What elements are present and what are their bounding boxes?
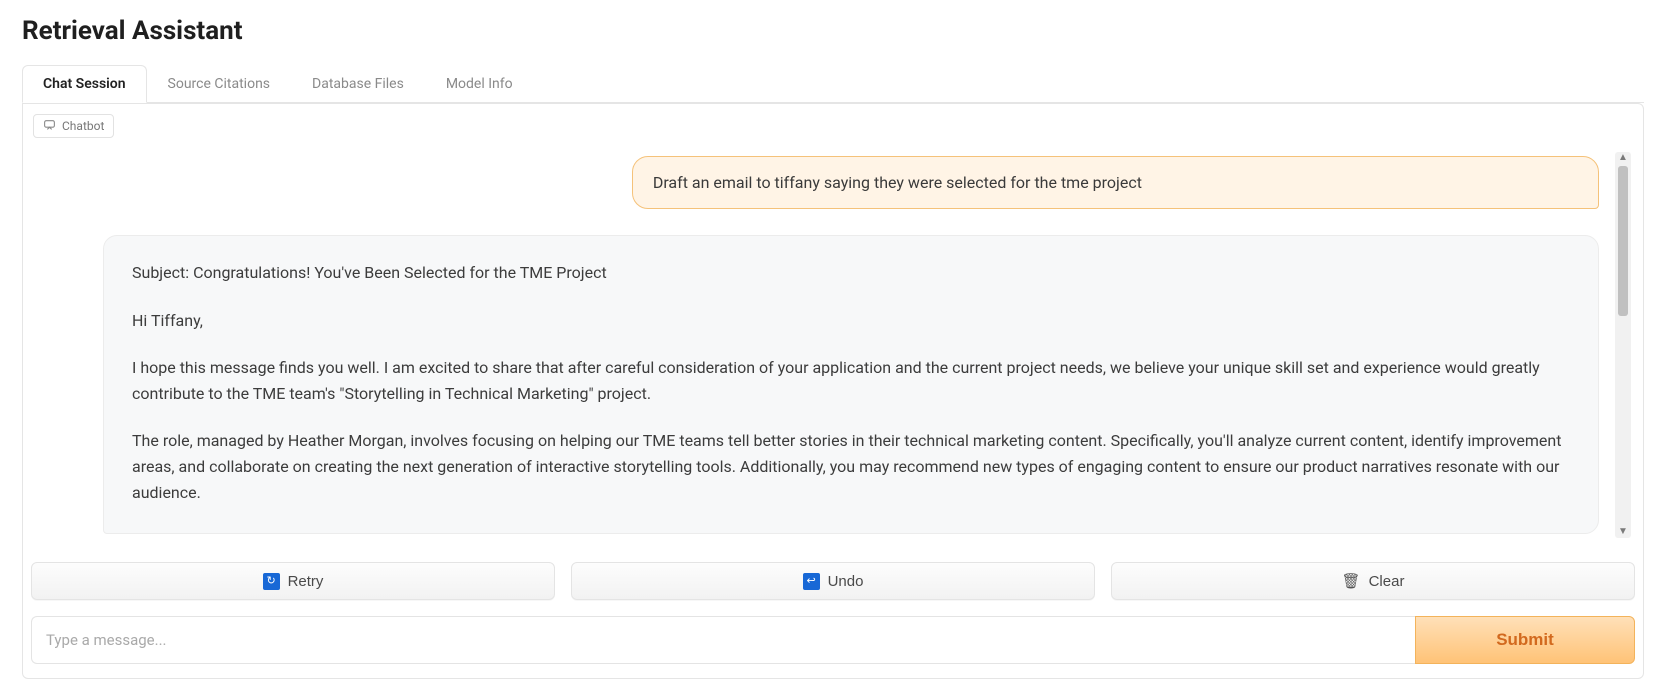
scroll-up-icon[interactable]: ▲ [1615, 153, 1631, 163]
scroll-down-icon[interactable]: ▼ [1615, 527, 1631, 537]
tab-source-citations[interactable]: Source Citations [147, 65, 292, 103]
undo-label: Undo [828, 573, 864, 590]
bot-greeting: Hi Tiffany, [132, 308, 1570, 334]
tab-model-info[interactable]: Model Info [425, 65, 534, 103]
user-message: Draft an email to tiffany saying they we… [632, 156, 1599, 209]
undo-icon: ↩ [803, 573, 820, 590]
action-row: ↻ Retry ↩ Undo 🗑 Clear [31, 562, 1635, 600]
clear-button[interactable]: 🗑 Clear [1111, 562, 1635, 600]
message-input[interactable] [31, 616, 1415, 664]
chat-panel: Chatbot Draft an email to tiffany saying… [22, 103, 1644, 679]
chat-scrollbar[interactable]: ▲ ▼ [1615, 152, 1631, 538]
retry-label: Retry [288, 573, 324, 590]
scrollbar-thumb[interactable] [1618, 166, 1628, 316]
bot-message: Subject: Congratulations! You've Been Se… [103, 235, 1599, 534]
retry-icon: ↻ [263, 573, 280, 590]
bot-paragraph-2: The role, managed by Heather Morgan, inv… [132, 428, 1570, 505]
trash-icon: 🗑 [1342, 572, 1361, 590]
retry-button[interactable]: ↻ Retry [31, 562, 555, 600]
chat-window: Draft an email to tiffany saying they we… [31, 142, 1635, 548]
clear-label: Clear [1369, 573, 1405, 590]
undo-button[interactable]: ↩ Undo [571, 562, 1095, 600]
chatbot-tag-label: Chatbot [62, 119, 104, 133]
tab-bar: Chat Session Source Citations Database F… [22, 64, 1644, 103]
chatbot-tag: Chatbot [33, 114, 114, 138]
page-title: Retrieval Assistant [22, 16, 1644, 46]
bot-paragraph-1: I hope this message finds you well. I am… [132, 355, 1570, 406]
tab-chat-session[interactable]: Chat Session [22, 65, 147, 103]
chat-icon [43, 118, 56, 134]
tab-database-files[interactable]: Database Files [291, 65, 425, 103]
input-row: Submit [31, 616, 1635, 664]
bot-subject-line: Subject: Congratulations! You've Been Se… [132, 260, 1570, 286]
submit-button[interactable]: Submit [1415, 616, 1635, 664]
